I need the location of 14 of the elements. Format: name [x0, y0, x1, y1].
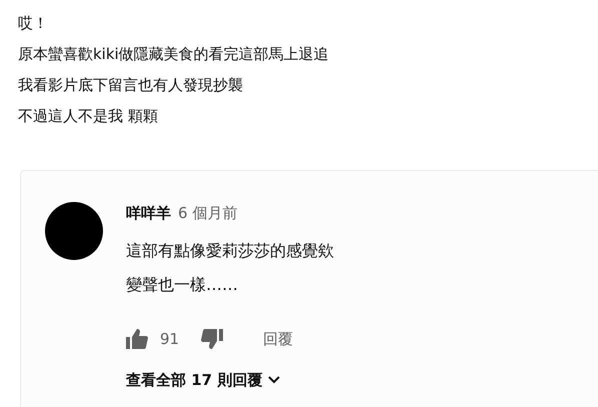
- chevron-down-icon: [268, 376, 280, 384]
- comment-text-line: 變聲也一樣……: [126, 274, 239, 296]
- post-text-line: 哎！: [18, 13, 49, 34]
- comment-text-line: 這部有點像愛莉莎莎的感覺欸: [126, 240, 334, 262]
- post-text-line: 不過這人不是我 顆顆: [18, 106, 159, 127]
- author-name[interactable]: 咩咩羊: [126, 202, 171, 224]
- post-text-line: 我看影片底下留言也有人發現抄襲: [18, 75, 244, 96]
- post-text-line: 原本蠻喜歡kiki做隱藏美食的看完這部馬上退追: [18, 44, 330, 65]
- like-count: 91: [160, 328, 180, 350]
- view-replies-button[interactable]: 查看全部 17 則回覆: [126, 369, 334, 392]
- like-icon[interactable]: [126, 329, 148, 349]
- comment-time[interactable]: 6 個月前: [178, 202, 238, 224]
- dislike-icon[interactable]: [201, 329, 224, 349]
- reply-button[interactable]: 回覆: [263, 328, 294, 350]
